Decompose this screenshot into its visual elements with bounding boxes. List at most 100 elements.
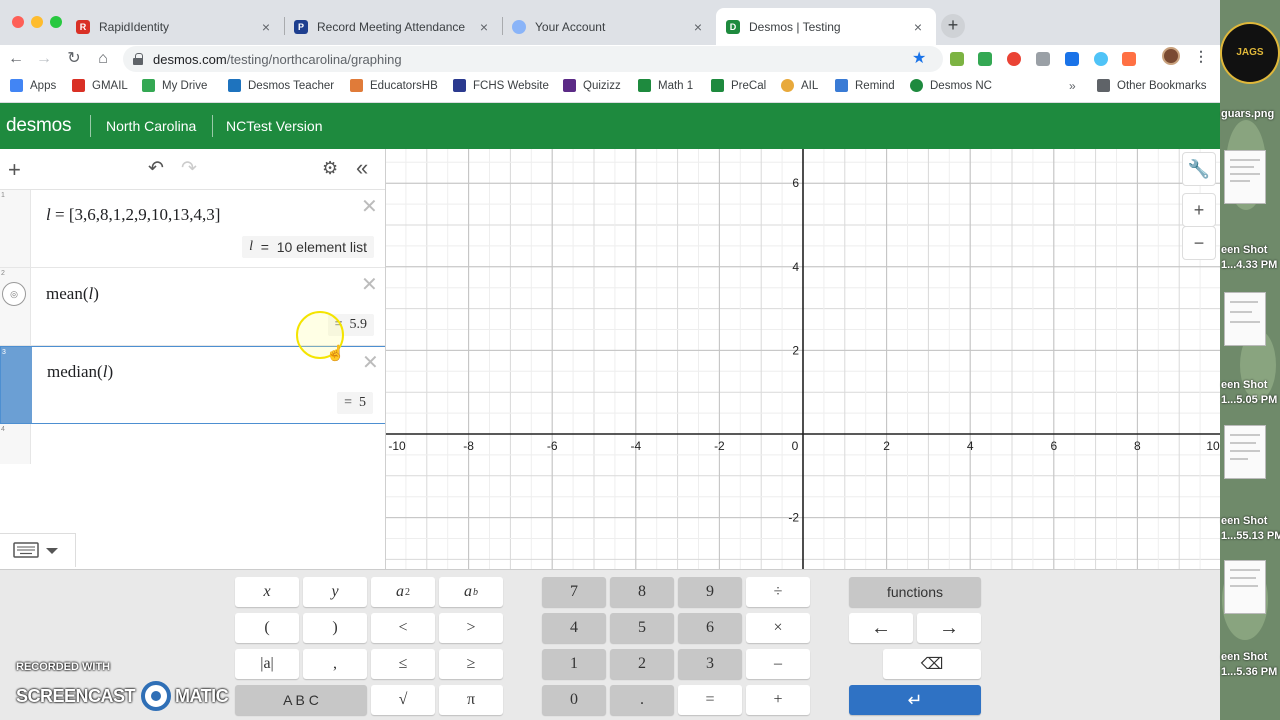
screenshot-thumbnail[interactable] xyxy=(1224,425,1266,479)
key-sqrt[interactable]: √ xyxy=(371,685,435,715)
functions-button[interactable]: functions xyxy=(849,577,981,607)
hide-expression-toggle[interactable]: ◎ xyxy=(2,282,26,306)
jaguars-desktop-icon[interactable]: JAGS xyxy=(1220,22,1280,84)
redo-icon[interactable]: ↷ xyxy=(181,157,197,180)
key-4[interactable]: 4 xyxy=(542,613,606,643)
desktop-file-label[interactable]: een Shot xyxy=(1221,378,1267,392)
key-pi[interactable]: π xyxy=(439,685,503,715)
desktop-file-label[interactable]: 1...5.05 PM xyxy=(1221,393,1277,407)
gear-icon[interactable]: ⚙ xyxy=(322,158,338,179)
tab-rapididentity[interactable]: R RapidIdentity × xyxy=(66,8,284,45)
bookmark-quizizz[interactable]: Quizizz xyxy=(563,79,621,92)
reload-button[interactable]: ↻ xyxy=(63,48,85,70)
expression-math[interactable]: mean(l) xyxy=(46,284,99,304)
extension-icon[interactable] xyxy=(1036,52,1050,66)
key-1[interactable]: 1 xyxy=(542,649,606,679)
undo-icon[interactable]: ↶ xyxy=(148,157,164,180)
bookmark-apps[interactable]: Apps xyxy=(10,79,56,92)
key-0[interactable]: 0 xyxy=(542,685,606,715)
zoom-out-button[interactable]: − xyxy=(1182,226,1216,260)
close-tab-icon[interactable]: × xyxy=(690,19,706,35)
bookmark-fchs-website[interactable]: FCHS Website xyxy=(453,79,549,92)
extension-icon[interactable] xyxy=(1065,52,1079,66)
collapse-panel-icon[interactable]: « xyxy=(356,155,368,181)
bookmark-educatorshb[interactable]: EducatorsHB xyxy=(350,79,438,92)
profile-avatar[interactable] xyxy=(1162,47,1180,65)
desmos-logo[interactable]: desmos xyxy=(6,115,72,137)
right-arrow-key[interactable]: → xyxy=(917,613,981,643)
extension-icon[interactable] xyxy=(978,52,992,66)
screenshot-thumbnail[interactable] xyxy=(1224,292,1266,346)
maximize-window-button[interactable] xyxy=(50,16,62,28)
enter-key[interactable]: ↵ xyxy=(849,685,981,715)
extension-icon[interactable] xyxy=(1007,52,1021,66)
add-item-icon[interactable]: + xyxy=(8,157,21,183)
desktop-file-label[interactable]: guars.png xyxy=(1221,107,1274,121)
key-a-squared[interactable]: a2 xyxy=(371,577,435,607)
key-divide[interactable]: ÷ xyxy=(746,577,810,607)
key-multiply[interactable]: × xyxy=(746,613,810,643)
close-tab-icon[interactable]: × xyxy=(476,19,492,35)
key-abc[interactable]: A B C xyxy=(235,685,367,715)
screenshot-thumbnail[interactable] xyxy=(1224,150,1266,204)
delete-expression-icon[interactable]: ✕ xyxy=(362,350,379,375)
back-button[interactable]: ← xyxy=(5,48,27,70)
bookmark-remind[interactable]: Remind xyxy=(835,79,895,92)
browser-menu-icon[interactable]: ⋮ xyxy=(1194,48,1208,65)
address-bar[interactable]: desmos.com/testing/northcarolina/graphin… xyxy=(123,46,943,72)
key-x[interactable]: x xyxy=(235,577,299,607)
key-open-paren[interactable]: ( xyxy=(235,613,299,643)
extension-icon[interactable] xyxy=(950,52,964,66)
bookmark-precal[interactable]: PreCal xyxy=(711,79,766,92)
key-6[interactable]: 6 xyxy=(678,613,742,643)
delete-expression-icon[interactable]: ✕ xyxy=(361,194,378,219)
key-absolute-value[interactable]: |a| xyxy=(235,649,299,679)
left-arrow-key[interactable]: ← xyxy=(849,613,913,643)
graph-settings-wrench-icon[interactable]: 🔧 xyxy=(1182,152,1216,186)
tab-desmos-testing[interactable]: D Desmos | Testing × xyxy=(716,8,936,45)
desktop-file-label[interactable]: 1...4.33 PM xyxy=(1221,258,1277,272)
close-window-button[interactable] xyxy=(12,16,24,28)
key-less-equal[interactable]: ≤ xyxy=(371,649,435,679)
bookmark-gmail[interactable]: GMAIL xyxy=(72,79,128,92)
key-comma[interactable]: , xyxy=(303,649,367,679)
forward-button[interactable]: → xyxy=(33,48,55,70)
bookmark-desmos-teacher[interactable]: Desmos Teacher xyxy=(228,79,334,92)
key-9[interactable]: 9 xyxy=(678,577,742,607)
delete-expression-icon[interactable]: ✕ xyxy=(361,272,378,297)
key-5[interactable]: 5 xyxy=(610,613,674,643)
expression-row[interactable]: 1 l = [3,6,8,1,2,9,10,13,4,3] ✕ l = 10 e… xyxy=(0,190,386,268)
bookmark-other-bookmarks[interactable]: Other Bookmarks xyxy=(1097,79,1206,92)
desktop-file-label[interactable]: een Shot xyxy=(1221,650,1267,664)
minimize-window-button[interactable] xyxy=(31,16,43,28)
backspace-key[interactable]: ⌫ xyxy=(883,649,981,679)
desktop-file-label[interactable]: 1...5.36 PM xyxy=(1221,665,1277,679)
key-7[interactable]: 7 xyxy=(542,577,606,607)
close-tab-icon[interactable]: × xyxy=(258,19,274,35)
bookmark-ail[interactable]: AIL xyxy=(781,79,818,92)
key-close-paren[interactable]: ) xyxy=(303,613,367,643)
bookmark-star-icon[interactable]: ★ xyxy=(912,48,926,68)
key-equals[interactable]: = xyxy=(678,685,742,715)
extension-icon[interactable] xyxy=(1094,52,1108,66)
key-minus[interactable]: – xyxy=(746,649,810,679)
key-y[interactable]: y xyxy=(303,577,367,607)
home-button[interactable]: ⌂ xyxy=(92,48,114,70)
expression-math[interactable]: l = [3,6,8,1,2,9,10,13,4,3] xyxy=(46,205,220,225)
tab-record-meeting-attendance[interactable]: P Record Meeting Attendance × xyxy=(284,8,502,45)
new-tab-button[interactable]: + xyxy=(941,14,965,38)
more-bookmarks-button[interactable]: » xyxy=(1069,79,1076,93)
desktop-file-label[interactable]: 1...55.13 PM xyxy=(1221,529,1280,543)
close-tab-icon[interactable]: × xyxy=(910,19,926,35)
extension-icon[interactable] xyxy=(1122,52,1136,66)
key-decimal[interactable]: . xyxy=(610,685,674,715)
key-8[interactable]: 8 xyxy=(610,577,674,607)
key-less-than[interactable]: < xyxy=(371,613,435,643)
key-3[interactable]: 3 xyxy=(678,649,742,679)
expression-math[interactable]: median(l) xyxy=(47,362,113,382)
zoom-in-button[interactable]: + xyxy=(1182,193,1216,227)
key-a-power-b[interactable]: ab xyxy=(439,577,503,607)
bookmark-desmos-nc[interactable]: Desmos NC xyxy=(910,79,992,92)
key-greater-than[interactable]: > xyxy=(439,613,503,643)
expression-row-empty[interactable]: 4 xyxy=(0,424,386,464)
